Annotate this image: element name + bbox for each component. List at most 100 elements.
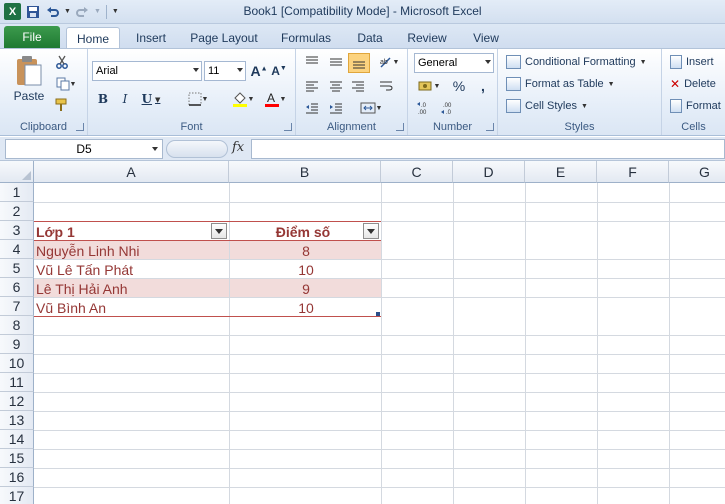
fill-color-dropdown-icon[interactable]: ▼ [248, 96, 255, 103]
tab-insert[interactable]: Insert [128, 27, 174, 48]
table-cell-name[interactable]: Vũ Bình An [34, 298, 229, 317]
clipboard-launcher-icon[interactable] [76, 123, 84, 131]
table-cell-score[interactable]: 9 [229, 279, 381, 298]
row-header-3[interactable]: 3 [0, 221, 34, 240]
shrink-font-button[interactable]: A▼ [270, 61, 288, 81]
row-header-12[interactable]: 12 [0, 392, 34, 411]
formula-input[interactable] [251, 139, 725, 159]
wrap-text-button[interactable] [376, 77, 396, 95]
row-header-9[interactable]: 9 [0, 335, 34, 354]
formula-cancel-enter-pill[interactable] [166, 140, 228, 158]
underline-button[interactable]: U ▼ [138, 89, 164, 109]
decrease-indent-button[interactable] [302, 99, 322, 117]
align-left-button[interactable] [302, 77, 322, 95]
name-box-dropdown-icon[interactable] [152, 147, 158, 151]
table-cell-name[interactable]: Nguyễn Linh Nhi [34, 241, 229, 260]
row-header-13[interactable]: 13 [0, 411, 34, 430]
copy-dropdown-icon[interactable]: ▼ [70, 81, 77, 88]
row-header-17[interactable]: 17 [0, 487, 34, 504]
cut-button[interactable] [52, 53, 72, 71]
font-launcher-icon[interactable] [284, 123, 292, 131]
align-right-button[interactable] [348, 77, 368, 95]
number-launcher-icon[interactable] [486, 123, 494, 131]
alignment-launcher-icon[interactable] [396, 123, 404, 131]
column-header-g[interactable]: G [669, 161, 725, 183]
column-header-a[interactable]: A [34, 161, 229, 183]
format-cells-button[interactable]: Format [670, 97, 721, 115]
tab-formulas[interactable]: Formulas [276, 27, 336, 48]
cell-styles-button[interactable]: Cell Styles ▼ [506, 97, 588, 115]
row-header-14[interactable]: 14 [0, 430, 34, 449]
font-size-combo[interactable]: 11 [204, 61, 246, 81]
font-color-dropdown-icon[interactable]: ▼ [280, 96, 287, 103]
font-name-dropdown-icon[interactable] [193, 68, 199, 72]
format-painter-button[interactable] [52, 96, 72, 114]
font-color-button[interactable]: A ▼ [260, 89, 290, 109]
name-box[interactable]: D5 [5, 139, 163, 159]
table-header-score[interactable]: Điểm số [229, 222, 363, 241]
row-header-10[interactable]: 10 [0, 354, 34, 373]
accounting-format-button[interactable]: ▼ [414, 77, 444, 95]
format-as-table-dropdown-icon[interactable]: ▼ [608, 81, 615, 88]
column-header-b[interactable]: B [229, 161, 381, 183]
select-all-corner[interactable] [0, 161, 34, 183]
percent-style-button[interactable]: % [450, 77, 468, 95]
copy-button[interactable]: ▼ [52, 75, 80, 93]
row-header-7[interactable]: 7 [0, 297, 34, 316]
comma-style-button[interactable]: , [474, 77, 492, 95]
row-header-4[interactable]: 4 [0, 240, 34, 259]
cell-styles-dropdown-icon[interactable]: ▼ [581, 103, 588, 110]
table-cell-name[interactable]: Lê Thị Hải Anh [34, 279, 229, 298]
font-name-combo[interactable]: Arial [92, 61, 202, 81]
row-header-6[interactable]: 6 [0, 278, 34, 297]
tab-home[interactable]: Home [66, 27, 120, 49]
conditional-formatting-dropdown-icon[interactable]: ▼ [640, 59, 647, 66]
delete-cells-button[interactable]: ✕ Delete [670, 75, 716, 93]
bold-button[interactable]: B [94, 89, 112, 109]
borders-dropdown-icon[interactable]: ▼ [202, 96, 209, 103]
tab-page-layout[interactable]: Page Layout [186, 27, 262, 48]
row-header-2[interactable]: 2 [0, 202, 34, 221]
top-align-button[interactable] [302, 53, 322, 71]
accounting-dropdown-icon[interactable]: ▼ [434, 83, 441, 90]
format-as-table-button[interactable]: Format as Table ▼ [506, 75, 615, 93]
filter-dropdown-icon[interactable] [363, 223, 379, 239]
align-center-button[interactable] [326, 77, 346, 95]
column-header-d[interactable]: D [453, 161, 525, 183]
grow-font-button[interactable]: A▲ [250, 61, 268, 81]
table-cell-name[interactable]: Vũ Lê Tấn Phát [34, 260, 229, 279]
fill-color-button[interactable]: ▼ [228, 89, 258, 109]
filter-dropdown-icon[interactable] [211, 223, 227, 239]
tab-review[interactable]: Review [402, 27, 452, 48]
tab-data[interactable]: Data [350, 27, 390, 48]
table-cell-score[interactable]: 10 [229, 298, 381, 317]
bottom-align-button[interactable] [348, 53, 370, 73]
merge-center-button[interactable]: ▼ [356, 99, 386, 117]
borders-button[interactable]: ▼ [184, 89, 212, 109]
row-header-16[interactable]: 16 [0, 468, 34, 487]
tab-view[interactable]: View [466, 27, 506, 48]
column-header-c[interactable]: C [381, 161, 453, 183]
middle-align-button[interactable] [326, 53, 346, 71]
column-header-e[interactable]: E [525, 161, 597, 183]
table-cell-score[interactable]: 10 [229, 260, 381, 279]
number-format-combo[interactable]: General [414, 53, 494, 73]
merge-dropdown-icon[interactable]: ▼ [376, 105, 383, 112]
orientation-button[interactable]: ab ▼ [376, 53, 402, 71]
worksheet-grid[interactable]: A B C D E F G 1 2 3 4 5 6 7 8 9 10 11 12… [0, 161, 725, 504]
font-size-dropdown-icon[interactable] [237, 68, 243, 72]
row-header-1[interactable]: 1 [0, 183, 34, 202]
table-cell-score[interactable]: 8 [229, 241, 381, 260]
underline-dropdown-icon[interactable]: ▼ [155, 95, 160, 104]
increase-indent-button[interactable] [326, 99, 346, 117]
table-header-class[interactable]: Lớp 1 [34, 222, 212, 241]
conditional-formatting-button[interactable]: Conditional Formatting ▼ [506, 53, 647, 71]
row-header-15[interactable]: 15 [0, 449, 34, 468]
insert-cells-button[interactable]: Insert [670, 53, 714, 71]
orientation-dropdown-icon[interactable]: ▼ [393, 59, 400, 66]
decrease-decimal-button[interactable]: .00.0 [438, 99, 460, 117]
row-header-8[interactable]: 8 [0, 316, 34, 335]
row-header-5[interactable]: 5 [0, 259, 34, 278]
table-resize-handle[interactable] [376, 312, 380, 316]
increase-decimal-button[interactable]: .0.00 [414, 99, 436, 117]
